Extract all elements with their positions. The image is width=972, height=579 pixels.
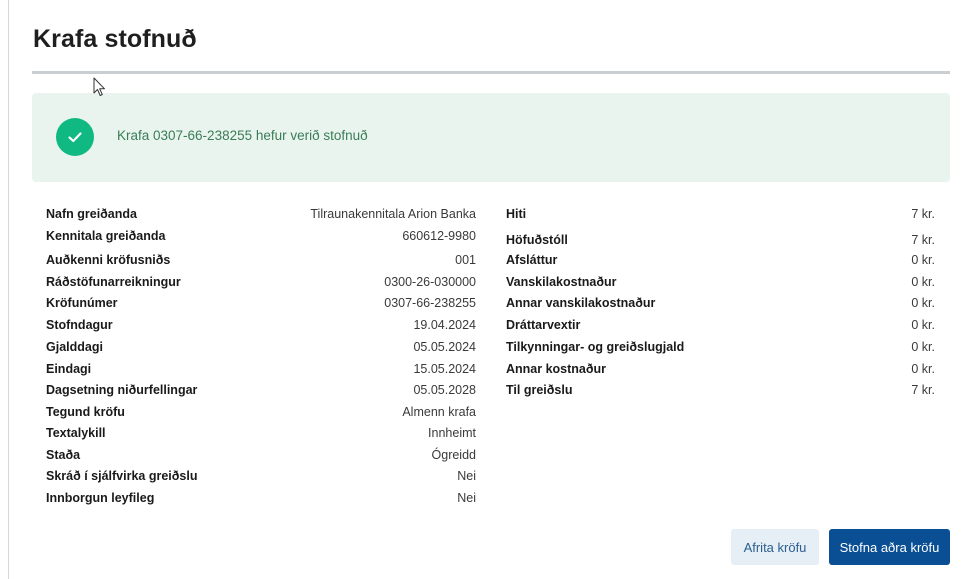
detail-label: Ráðstöfunarreikningur: [46, 275, 181, 289]
detail-row: Staða Ógreidd: [46, 446, 476, 464]
detail-row: Dagsetning niðurfellingar 05.05.2028: [46, 381, 476, 399]
detail-value: 15.05.2024: [413, 362, 476, 376]
detail-value: 660612-9980: [402, 229, 476, 243]
amount-row: Annar vanskilakostnaður 0 kr.: [506, 294, 935, 312]
amount-label: Til greiðslu: [506, 383, 573, 397]
detail-label: Kennitala greiðanda: [46, 229, 166, 243]
amount-row: Vanskilakostnaður 0 kr.: [506, 273, 935, 291]
detail-label: Gjalddagi: [46, 340, 103, 354]
amount-row: Dráttarvextir 0 kr.: [506, 316, 935, 334]
amount-value: 0 kr.: [911, 340, 935, 354]
detail-label: Innborgun leyfileg: [46, 491, 155, 505]
detail-value: 19.04.2024: [413, 318, 476, 332]
title-divider: [32, 71, 950, 74]
detail-value: Tilraunakennitala Arion Banka: [310, 207, 476, 221]
detail-value: Innheimt: [428, 426, 476, 440]
detail-label: Textalykill: [46, 426, 106, 440]
detail-label: Tegund kröfu: [46, 405, 125, 419]
copy-claim-button[interactable]: Afrita kröfu: [731, 529, 819, 565]
detail-row: Ráðstöfunarreikningur 0300-26-030000: [46, 273, 476, 291]
success-alert: Krafa 0307-66-238255 hefur verið stofnuð: [32, 93, 950, 182]
amount-row: Annar kostnaður 0 kr.: [506, 360, 935, 378]
detail-label: Kröfunúmer: [46, 296, 118, 310]
detail-value: 05.05.2024: [413, 340, 476, 354]
detail-row: Textalykill Innheimt: [46, 424, 476, 442]
detail-value: 001: [455, 253, 476, 267]
amount-label: Annar vanskilakostnaður: [506, 296, 656, 310]
amount-row: Tilkynningar- og greiðslugjald 0 kr.: [506, 338, 935, 356]
detail-label: Eindagi: [46, 362, 92, 376]
amount-value: 0 kr.: [911, 296, 935, 310]
detail-value: 0307-66-238255: [384, 296, 476, 310]
detail-value: 05.05.2028: [413, 383, 476, 397]
amount-label: Annar kostnaður: [506, 362, 607, 376]
amount-label: Dráttarvextir: [506, 318, 581, 332]
detail-label: Stofndagur: [46, 318, 113, 332]
amount-label: Vanskilakostnaður: [506, 275, 617, 289]
detail-value: Almenn krafa: [402, 405, 476, 419]
amount-value: 7 kr.: [911, 383, 935, 397]
left-border: [8, 0, 9, 579]
detail-row: Kröfunúmer 0307-66-238255: [46, 294, 476, 312]
detail-label: Dagsetning niðurfellingar: [46, 383, 198, 397]
amount-value: 0 kr.: [911, 362, 935, 376]
detail-label: Auðkenni kröfusniðs: [46, 253, 171, 267]
detail-row: Kennitala greiðanda 660612-9980: [46, 227, 476, 245]
detail-row: Skráð í sjálfvirka greiðslu Nei: [46, 467, 476, 485]
check-circle-icon: [56, 118, 94, 156]
detail-row: Nafn greiðanda Tilraunakennitala Arion Ba…: [46, 205, 476, 223]
detail-row: Eindagi 15.05.2024: [46, 360, 476, 378]
create-another-claim-button[interactable]: Stofna aðra kröfu: [829, 529, 950, 565]
page-title: Krafa stofnuð: [33, 25, 197, 53]
detail-label: Staða: [46, 448, 81, 462]
amount-value: 7 kr.: [911, 233, 935, 247]
detail-value: 0300-26-030000: [384, 275, 476, 289]
detail-value: Nei: [457, 469, 476, 483]
amount-label: Tilkynningar- og greiðslugjald: [506, 340, 685, 354]
detail-row: Innborgun leyfileg Nei: [46, 489, 476, 507]
amount-value: 0 kr.: [911, 318, 935, 332]
detail-label: Skráð í sjálfvirka greiðslu: [46, 469, 198, 483]
amount-row: Hiti 7 kr.: [506, 205, 935, 223]
amount-label: Hiti: [506, 207, 527, 221]
detail-row: Auðkenni kröfusniðs 001: [46, 251, 476, 269]
success-message: Krafa 0307-66-238255 hefur verið stofnuð: [117, 128, 368, 143]
amount-row: Höfuðstóll 7 kr.: [506, 231, 935, 249]
detail-row: Gjalddagi 05.05.2024: [46, 338, 476, 356]
amount-row: Til greiðslu 7 kr.: [506, 381, 935, 399]
amount-value: 0 kr.: [911, 275, 935, 289]
amount-value: 7 kr.: [911, 207, 935, 221]
mouse-pointer-icon: [93, 77, 107, 102]
detail-value: Ógreidd: [431, 448, 476, 462]
amount-label: Höfuðstóll: [506, 233, 568, 247]
detail-row: Stofndagur 19.04.2024: [46, 316, 476, 334]
detail-row: Tegund kröfu Almenn krafa: [46, 403, 476, 421]
detail-value: Nei: [457, 491, 476, 505]
amount-value: 0 kr.: [911, 253, 935, 267]
detail-label: Nafn greiðanda: [46, 207, 137, 221]
amount-row: Afsláttur 0 kr.: [506, 251, 935, 269]
amount-label: Afsláttur: [506, 253, 558, 267]
